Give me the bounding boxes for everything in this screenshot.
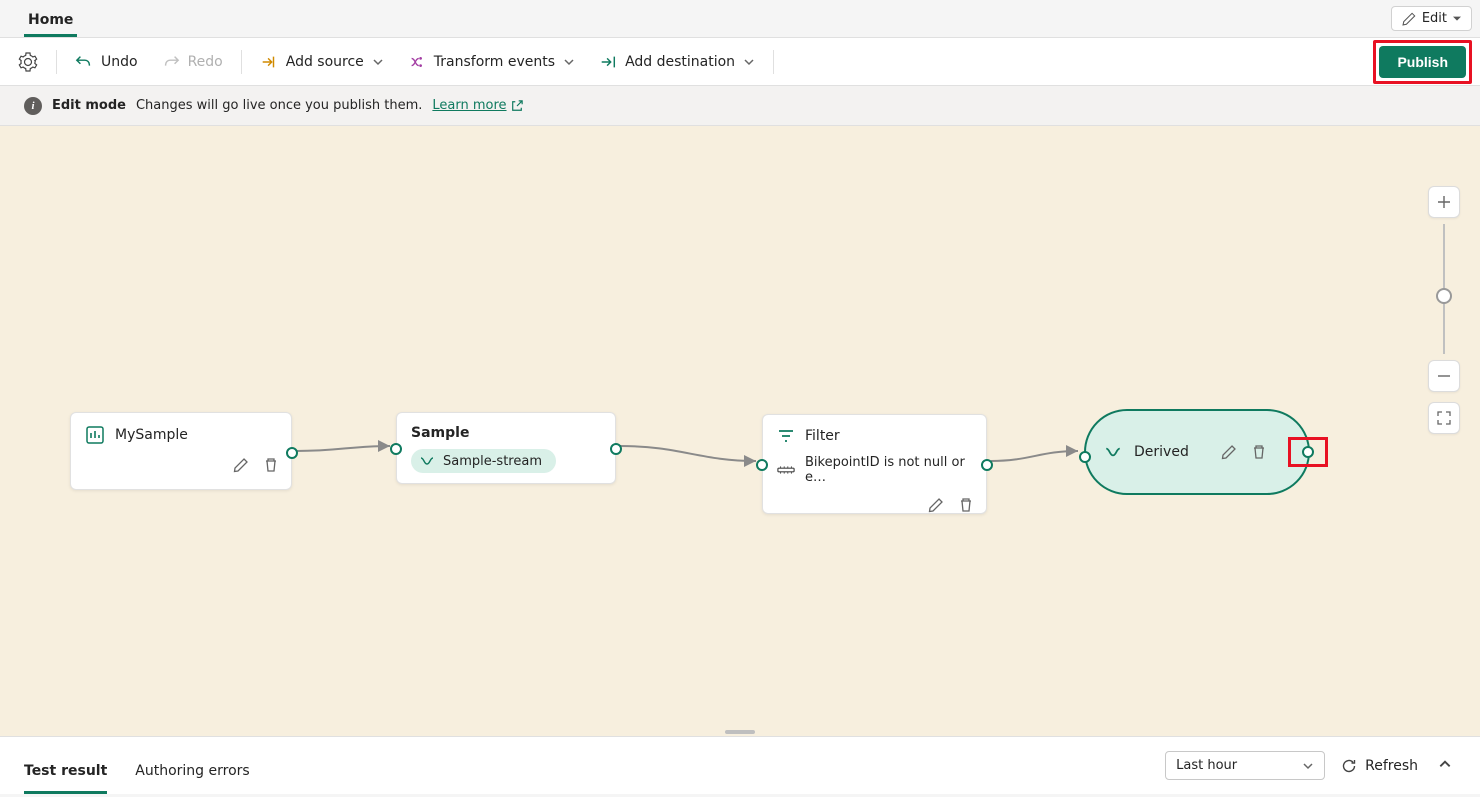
- trash-icon: [1251, 444, 1267, 460]
- time-range-label: Last hour: [1176, 758, 1237, 773]
- undo-icon: [75, 53, 93, 71]
- expand-panel-button[interactable]: [1434, 753, 1456, 779]
- undo-button[interactable]: Undo: [63, 47, 150, 77]
- zoom-controls: [1428, 186, 1460, 434]
- input-port[interactable]: [1079, 451, 1091, 463]
- delete-node-button[interactable]: [261, 455, 281, 475]
- edit-node-button[interactable]: [1219, 442, 1239, 462]
- tab-home[interactable]: Home: [24, 4, 77, 37]
- plus-icon: [1437, 195, 1451, 209]
- edit-node-button[interactable]: [231, 455, 251, 475]
- panel-resize-handle[interactable]: [725, 730, 755, 734]
- pencil-icon: [928, 497, 944, 513]
- learn-more-label: Learn more: [432, 98, 506, 113]
- info-icon: i: [24, 97, 42, 115]
- node-sample[interactable]: Sample Sample-stream: [396, 412, 616, 484]
- separator: [56, 50, 57, 74]
- pencil-icon: [1402, 12, 1416, 26]
- node-mysample-title: MySample: [115, 427, 188, 443]
- time-range-select[interactable]: Last hour: [1165, 751, 1325, 780]
- refresh-button[interactable]: Refresh: [1341, 758, 1418, 774]
- output-port[interactable]: [610, 443, 622, 455]
- node-mysample[interactable]: MySample: [70, 412, 292, 490]
- trash-icon: [263, 457, 279, 473]
- zoom-out-button[interactable]: [1428, 360, 1460, 392]
- fit-view-button[interactable]: [1428, 402, 1460, 434]
- transform-events-label: Transform events: [434, 54, 555, 70]
- node-sample-title: Sample: [411, 425, 469, 441]
- chevron-down-icon: [372, 56, 384, 68]
- stream-pill[interactable]: Sample-stream: [411, 449, 556, 473]
- zoom-thumb[interactable]: [1436, 288, 1452, 304]
- pencil-icon: [1221, 444, 1237, 460]
- main-toolbar: Undo Redo Add source Transform events Ad…: [0, 38, 1480, 86]
- bottom-panel: Test result Authoring errors Last hour R…: [0, 736, 1480, 794]
- node-filter-title: Filter: [805, 428, 840, 444]
- caret-down-icon: [1453, 15, 1461, 23]
- node-derived-title: Derived: [1134, 444, 1189, 460]
- transform-events-button[interactable]: Transform events: [396, 47, 587, 77]
- redo-label: Redo: [188, 54, 223, 70]
- add-source-button[interactable]: Add source: [248, 47, 396, 77]
- settings-button[interactable]: [6, 46, 50, 78]
- expression-icon: [777, 463, 795, 477]
- publish-button[interactable]: Publish: [1379, 46, 1466, 78]
- input-port[interactable]: [756, 459, 768, 471]
- zoom-slider[interactable]: [1443, 224, 1445, 354]
- stream-label: Sample-stream: [443, 454, 542, 469]
- filter-icon: [777, 427, 795, 445]
- output-port[interactable]: [286, 447, 298, 459]
- output-port-highlight: [1288, 437, 1328, 467]
- separator: [773, 50, 774, 74]
- node-filter[interactable]: Filter BikepointID is not null or e…: [762, 414, 987, 514]
- stream-icon: [419, 453, 435, 469]
- publish-highlight: Publish: [1373, 40, 1472, 84]
- zoom-in-button[interactable]: [1428, 186, 1460, 218]
- edit-mode-banner: i Edit mode Changes will go live once yo…: [0, 86, 1480, 126]
- banner-mode-label: Edit mode: [52, 98, 126, 113]
- add-destination-label: Add destination: [625, 54, 735, 70]
- tab-test-result[interactable]: Test result: [24, 747, 107, 794]
- tab-authoring-errors[interactable]: Authoring errors: [135, 747, 249, 794]
- node-derived[interactable]: Derived: [1084, 409, 1310, 495]
- pencil-icon: [233, 457, 249, 473]
- transform-icon: [408, 53, 426, 71]
- minus-icon: [1437, 369, 1451, 383]
- chevron-down-icon: [1302, 760, 1314, 772]
- chevron-down-icon: [563, 56, 575, 68]
- banner-message: Changes will go live once you publish th…: [136, 98, 422, 113]
- chevron-up-icon: [1438, 757, 1452, 771]
- output-port[interactable]: [981, 459, 993, 471]
- edit-node-button[interactable]: [926, 495, 946, 515]
- filter-expression: BikepointID is not null or e…: [805, 455, 972, 485]
- delete-node-button[interactable]: [956, 495, 976, 515]
- delete-node-button[interactable]: [1249, 442, 1269, 462]
- eventstream-icon: [85, 425, 105, 445]
- edit-dropdown[interactable]: Edit: [1391, 6, 1472, 31]
- add-destination-button[interactable]: Add destination: [587, 47, 767, 77]
- redo-icon: [162, 53, 180, 71]
- undo-label: Undo: [101, 54, 138, 70]
- gear-icon: [18, 52, 38, 72]
- separator: [241, 50, 242, 74]
- trash-icon: [958, 497, 974, 513]
- external-link-icon: [511, 100, 523, 112]
- input-port[interactable]: [390, 443, 402, 455]
- redo-button[interactable]: Redo: [150, 47, 235, 77]
- learn-more-link[interactable]: Learn more: [432, 98, 522, 113]
- add-destination-icon: [599, 53, 617, 71]
- edit-dropdown-label: Edit: [1422, 11, 1447, 26]
- refresh-label: Refresh: [1365, 758, 1418, 774]
- add-source-label: Add source: [286, 54, 364, 70]
- flow-canvas[interactable]: MySample Sample Sample-stream Filter B: [0, 126, 1480, 736]
- refresh-icon: [1341, 758, 1357, 774]
- stream-icon: [1104, 443, 1122, 461]
- add-source-icon: [260, 53, 278, 71]
- fit-icon: [1436, 410, 1452, 426]
- chevron-down-icon: [743, 56, 755, 68]
- output-port[interactable]: [1302, 446, 1314, 458]
